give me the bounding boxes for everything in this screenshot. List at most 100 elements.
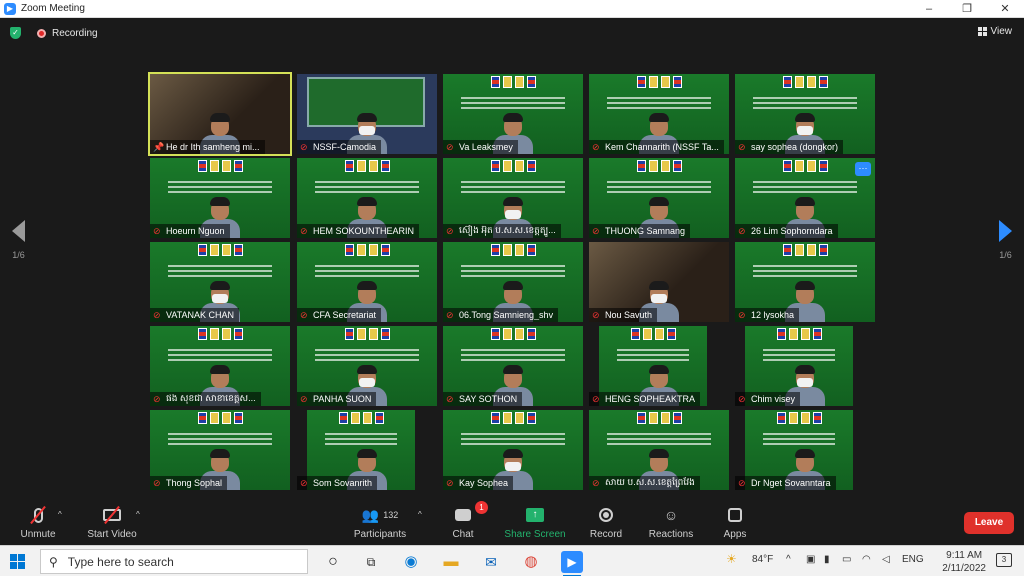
muted-mic-icon: ⊘ (446, 310, 454, 320)
reactions-button[interactable]: ☺ Reactions (646, 504, 696, 540)
muted-mic-icon: ⊘ (592, 142, 600, 152)
close-button[interactable]: ✕ (986, 0, 1024, 18)
zoom-taskbar-icon[interactable]: ▶ (561, 551, 583, 576)
participant-tile[interactable]: ⊘ THUONG Samnang (589, 158, 729, 238)
participant-name-bar: ⊘ HENG SOPHEAKTRA (589, 392, 701, 406)
participant-tile[interactable]: ⊘ ស៊ៀង អ៊ុត ប.ស.ស.ខេត្តត្បូ... (443, 158, 583, 238)
participant-tile[interactable]: ⊘ Nou Savuth (589, 242, 729, 322)
apps-button[interactable]: Apps (720, 504, 750, 540)
participant-name: 26 Lim Sophorndara (751, 226, 833, 236)
participant-tile[interactable]: ⊘ PANHA SUON (297, 326, 437, 406)
encryption-shield-icon[interactable]: ✓ (10, 27, 21, 39)
audio-options-caret[interactable]: ^ (58, 510, 62, 519)
mail-icon[interactable]: ✉ (480, 551, 502, 573)
wifi-icon[interactable]: ◠ (862, 554, 871, 565)
muted-mic-icon: ⊘ (300, 310, 308, 320)
edge-browser-icon[interactable]: ◉ (400, 551, 422, 573)
participant-tile[interactable]: ⊘ Som Sovanrith (297, 410, 437, 490)
participants-icon: 👥 (361, 506, 380, 523)
start-video-button[interactable]: Start Video (82, 504, 142, 540)
slide-text-lines (753, 262, 857, 282)
slide-text-lines (168, 430, 272, 450)
minimize-button[interactable]: – (910, 0, 948, 18)
participant-name: CFA Secretariat (313, 310, 377, 320)
muted-mic-icon: ⊘ (738, 226, 746, 236)
mic-tray-icon[interactable]: ▮ (824, 554, 830, 565)
task-view-icon[interactable]: ⧉ (360, 551, 382, 573)
participant-tile[interactable]: ⊘ 12 lysokha (735, 242, 875, 322)
participant-tile[interactable]: ⊘ 06.Tong Samnieng_shv (443, 242, 583, 322)
view-button[interactable]: View (977, 26, 1012, 37)
page-indicator-left: 1/6 (12, 250, 25, 260)
recording-label[interactable]: Recording (52, 28, 98, 39)
muted-mic-icon: ⊘ (592, 394, 600, 404)
tray-overflow-caret[interactable]: ^ (786, 554, 791, 565)
page-indicator-right: 1/6 (999, 250, 1012, 260)
participant-tile[interactable]: ⊘ NSSF-Camodia (297, 74, 437, 154)
weather-icon[interactable]: ☀ (726, 552, 737, 566)
volume-icon[interactable]: ◁ (882, 554, 890, 565)
language-indicator[interactable]: ENG (902, 554, 924, 565)
participant-tile[interactable]: ⊘ សាយ ប.ស.ស.ខេត្តព្រៃវែង (589, 410, 729, 490)
participant-tile[interactable]: ⊘ Thong Sophal (150, 410, 290, 490)
participant-tile[interactable]: ⊘ HEM SOKOUNTHEARIN (297, 158, 437, 238)
participants-button[interactable]: 👥 132 Participants (350, 504, 410, 541)
slide-text-lines (461, 178, 565, 198)
slide-text-lines (168, 178, 272, 198)
participant-tile[interactable]: ⊘ Kem Channarith (NSSF Ta... (589, 74, 729, 154)
participant-name-bar: ⊘ Hoeurn Nguon (150, 224, 230, 238)
participant-tile[interactable]: ⊘ Hoeurn Nguon (150, 158, 290, 238)
gallery-grid-icon (977, 27, 987, 36)
notification-center-icon[interactable]: 3 (996, 553, 1012, 567)
participants-options-caret[interactable]: ^ (418, 510, 422, 519)
leave-button[interactable]: Leave (964, 512, 1014, 534)
taskbar-search-input[interactable]: ⚲ Type here to search (40, 549, 308, 574)
participant-tile[interactable]: ⊘ Kay Sophea (443, 410, 583, 490)
slide-text-lines (753, 178, 857, 198)
participant-name-bar: ⊘ PANHA SUON (297, 392, 377, 406)
maximize-button[interactable]: ❐ (948, 0, 986, 18)
participant-tile[interactable]: 📌 He dr Ith samheng mi... (148, 72, 292, 156)
meet-now-icon[interactable]: ▣ (806, 554, 815, 565)
battery-icon[interactable]: ▭ (842, 554, 851, 565)
participant-tile[interactable]: ··· ⊘ 26 Lim Sophorndara (735, 158, 875, 238)
unmute-button[interactable]: Unmute (16, 504, 60, 540)
share-screen-button[interactable]: ↑ Share Screen (504, 504, 566, 540)
participant-tile[interactable]: ⊘ VATANAK CHAN (150, 242, 290, 322)
previous-page-button[interactable]: 1/6 (12, 220, 25, 260)
muted-mic-icon: ⊘ (592, 226, 600, 236)
system-clock[interactable]: 9:11 AM 2/11/2022 (942, 549, 986, 575)
participant-name: Nou Savuth (605, 310, 653, 320)
participant-name-bar: ⊘ NSSF-Camodia (297, 140, 382, 154)
participant-tile[interactable]: ⊘ Dr Nget Sovanntara (735, 410, 875, 490)
participant-tile[interactable]: ⊘ say sophea (dongkor) (735, 74, 875, 154)
slide-text-lines (617, 346, 689, 366)
window-title: Zoom Meeting (21, 3, 85, 14)
cortana-icon[interactable]: ○ (322, 551, 344, 573)
participant-tile[interactable]: ⊘ HENG SOPHEAKTRA (589, 326, 729, 406)
participant-name-bar: ⊘ CFA Secretariat (297, 308, 382, 322)
chat-button[interactable]: 1 Chat (446, 501, 488, 540)
windows-start-icon[interactable] (10, 554, 25, 569)
participant-tile[interactable]: ⊘ CFA Secretariat (297, 242, 437, 322)
muted-mic-icon: ⊘ (738, 478, 746, 488)
slide-text-lines (607, 178, 711, 198)
record-button[interactable]: Record (588, 504, 624, 540)
participant-name: NSSF-Camodia (313, 142, 377, 152)
muted-mic-icon: ⊘ (153, 226, 161, 236)
tile-more-options-button[interactable]: ··· (855, 162, 871, 176)
video-options-caret[interactable]: ^ (136, 510, 140, 519)
chrome-icon[interactable]: ◍ (520, 551, 542, 573)
window-controls: – ❐ ✕ (910, 0, 1024, 18)
search-placeholder: Type here to search (67, 554, 174, 569)
participant-tile[interactable]: ⊘ Va Leaksmey (443, 74, 583, 154)
participant-name: He dr Ith samheng mi... (166, 142, 260, 152)
participant-tile[interactable]: ⊘ ផង សុខជា សាខាខេត្តស... (150, 326, 290, 406)
participant-tile[interactable]: ⊘ SAY SOTHON (443, 326, 583, 406)
participant-tile[interactable]: ⊘ Chim visey (735, 326, 875, 406)
weather-temperature[interactable]: 84°F (752, 554, 773, 565)
muted-mic-icon: ⊘ (153, 394, 161, 404)
muted-mic-icon: ⊘ (446, 226, 454, 236)
next-page-button[interactable]: 1/6 (999, 220, 1012, 260)
file-explorer-icon[interactable]: ▬ (440, 551, 462, 573)
